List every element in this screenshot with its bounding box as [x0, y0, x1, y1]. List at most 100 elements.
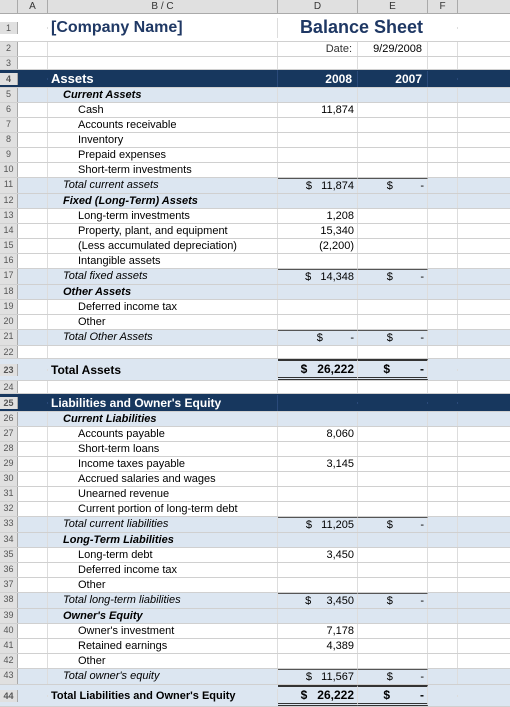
total-assets-e: $ - — [358, 359, 428, 380]
cell-4b — [18, 78, 48, 80]
total-current-liab-label: Total current liabilities — [48, 517, 278, 532]
row-20: 20 Other — [0, 315, 510, 330]
longterm-liab-header: Long-Term Liabilities — [48, 533, 278, 547]
income-taxes-payable-label: Income taxes payable — [48, 457, 278, 471]
row-num-24: 24 — [0, 381, 18, 393]
row-36: 36 Deferred income tax — [0, 563, 510, 578]
cell-2c — [48, 42, 278, 56]
row-num-39: 39 — [0, 609, 18, 623]
total-current-liab-d: $ 11,205 — [278, 517, 358, 532]
row-num-33: 33 — [0, 517, 18, 532]
row-num-25: 25 — [0, 397, 18, 409]
inventory-label: Inventory — [48, 133, 278, 147]
row-num-14: 14 — [0, 224, 18, 238]
row-num-36: 36 — [0, 563, 18, 577]
row-num-12: 12 — [0, 194, 18, 208]
row-num-29: 29 — [0, 457, 18, 471]
row-38: 38 Total long-term liabilities $ 3,450 $… — [0, 593, 510, 609]
row-num-21: 21 — [0, 330, 18, 345]
row-28: 28 Short-term loans — [0, 442, 510, 457]
row-num-18: 18 — [0, 285, 18, 299]
row-num-10: 10 — [0, 163, 18, 177]
total-longterm-liab-d: $ 3,450 — [278, 593, 358, 608]
row-42: 42 Other — [0, 654, 510, 669]
col-header-row-num — [0, 0, 18, 13]
cell-2b — [18, 42, 48, 56]
income-taxes-payable-d: 3,145 — [278, 457, 358, 471]
row-16: 16 Intangible assets — [0, 254, 510, 269]
total-equity-d: $ 11,567 — [278, 669, 358, 684]
row-18: 18 Other Assets — [0, 285, 510, 300]
row-23: 23 Total Assets $ 26,222 $ - — [0, 359, 510, 381]
total-equity-label: Total owner's equity — [48, 669, 278, 684]
total-fixed-e: $ - — [358, 269, 428, 284]
row-num-2: 2 — [0, 42, 18, 56]
row-41: 41 Retained earnings 4,389 — [0, 639, 510, 654]
accounts-receivable-label: Accounts receivable — [48, 118, 278, 132]
row-39: 39 Owner's Equity — [0, 609, 510, 624]
retained-earnings-d: 4,389 — [278, 639, 358, 653]
current-portion-ltd-label: Current portion of long-term debt — [48, 502, 278, 516]
total-liab-equity-d: $ 26,222 — [278, 685, 358, 706]
col-header-b: B / C — [48, 0, 278, 13]
total-current-assets-label: Total current assets — [48, 178, 278, 193]
row-25-liab-header: 25 Liabilities and Owner's Equity — [0, 394, 510, 412]
row-num-20: 20 — [0, 315, 18, 329]
accounts-payable-label: Accounts payable — [48, 427, 278, 441]
spreadsheet: A B / C D E F 1 [Company Name] Balance S… — [0, 0, 510, 707]
row-13: 13 Long-term investments 1,208 — [0, 209, 510, 224]
row-num-4: 4 — [0, 73, 18, 85]
company-name: [Company Name] — [48, 18, 278, 38]
owners-investment-d: 7,178 — [278, 624, 358, 638]
row-26: 26 Current Liabilities — [0, 412, 510, 427]
long-term-debt-d: 3,450 — [278, 548, 358, 562]
liabilities-header: Liabilities and Owner's Equity — [48, 395, 278, 411]
row-num-34: 34 — [0, 533, 18, 547]
row-6: 6 Cash 11,874 — [0, 103, 510, 118]
row-num-23: 23 — [0, 364, 18, 376]
accum-depreciation-label: (Less accumulated depreciation) — [48, 239, 278, 253]
row-33: 33 Total current liabilities $ 11,205 $ … — [0, 517, 510, 533]
total-other-e: $ - — [358, 330, 428, 345]
row-7: 7 Accounts receivable — [0, 118, 510, 133]
col-header-d: D — [278, 0, 358, 13]
cash-label: Cash — [48, 103, 278, 117]
row-num-26: 26 — [0, 412, 18, 426]
row-30: 30 Accrued salaries and wages — [0, 472, 510, 487]
total-equity-e: $ - — [358, 669, 428, 684]
row-num-31: 31 — [0, 487, 18, 501]
prepaid-expenses-label: Prepaid expenses — [48, 148, 278, 162]
row-num-17: 17 — [0, 269, 18, 284]
deferred-tax-liab-label: Deferred income tax — [48, 563, 278, 577]
row-num-7: 7 — [0, 118, 18, 132]
total-fixed-d: $ 14,348 — [278, 269, 358, 284]
owners-equity-header: Owner's Equity — [48, 609, 278, 623]
balance-sheet-title: Balance Sheet — [278, 17, 428, 38]
row-34: 34 Long-Term Liabilities — [0, 533, 510, 548]
row-3: 3 — [0, 57, 510, 70]
intangible-assets-label: Intangible assets — [48, 254, 278, 268]
row-num-27: 27 — [0, 427, 18, 441]
date-value: 9/29/2008 — [358, 42, 428, 56]
unearned-revenue-label: Unearned revenue — [48, 487, 278, 501]
total-other-d: $ - — [278, 330, 358, 345]
cell-1f — [428, 27, 458, 29]
year2-header: 2007 — [358, 71, 428, 87]
row-29: 29 Income taxes payable 3,145 — [0, 457, 510, 472]
row-22: 22 — [0, 346, 510, 359]
row-44: 44 Total Liabilities and Owner's Equity … — [0, 685, 510, 707]
row-num-42: 42 — [0, 654, 18, 668]
total-longterm-liab-e: $ - — [358, 593, 428, 608]
row-num-11: 11 — [0, 178, 18, 193]
row-27: 27 Accounts payable 8,060 — [0, 427, 510, 442]
long-term-debt-label: Long-term debt — [48, 548, 278, 562]
row-num-40: 40 — [0, 624, 18, 638]
row-num-28: 28 — [0, 442, 18, 456]
total-liab-equity-label: Total Liabilities and Owner's Equity — [48, 689, 278, 703]
other-asset-label: Other — [48, 315, 278, 329]
date-label: Date: — [278, 42, 358, 56]
col-header-e: E — [358, 0, 428, 13]
row-24: 24 — [0, 381, 510, 394]
row-12: 12 Fixed (Long-Term) Assets — [0, 194, 510, 209]
total-current-liab-e: $ - — [358, 517, 428, 532]
